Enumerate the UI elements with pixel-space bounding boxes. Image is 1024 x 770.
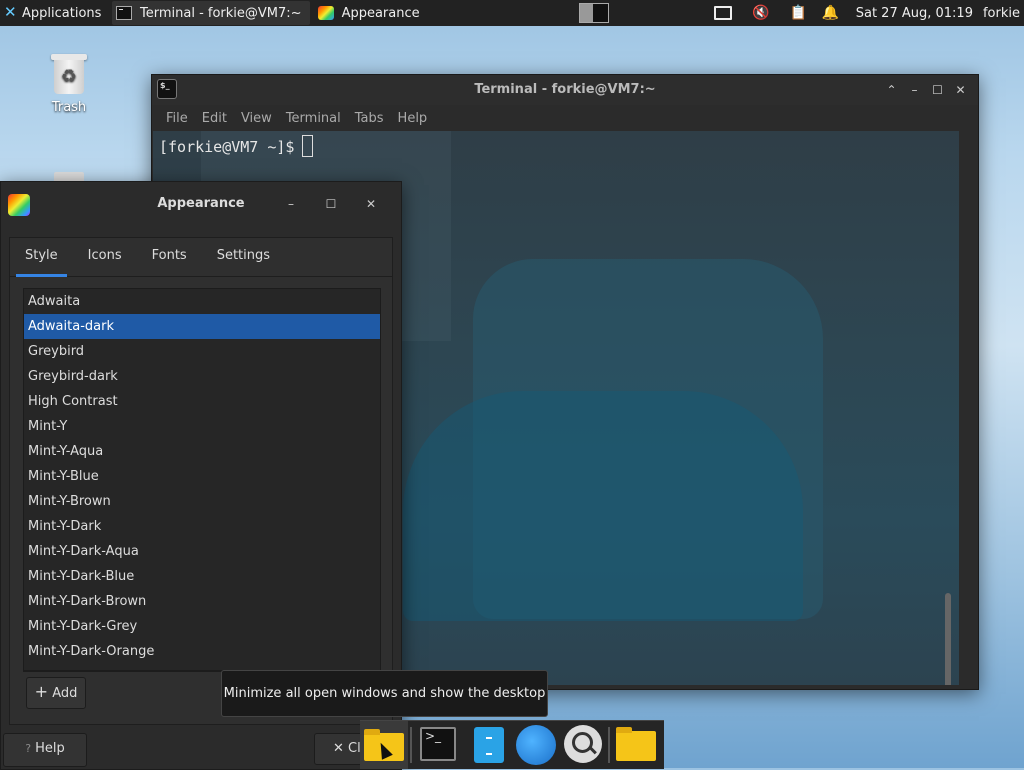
- trash-label: Trash: [51, 100, 87, 115]
- taskbar-appearance[interactable]: Appearance: [314, 1, 428, 25]
- volume-muted-icon[interactable]: 🔇: [748, 5, 774, 21]
- web-browser-icon: [516, 725, 556, 765]
- notification-bell-icon[interactable]: 🔔: [822, 5, 839, 21]
- trash-desktop-icon[interactable]: ♻ Trash: [40, 54, 98, 115]
- dock-separator: [608, 727, 610, 763]
- help-icon: ?: [25, 742, 32, 755]
- prompt-text: [forkie@VM7 ~]$: [159, 138, 295, 156]
- tooltip: Minimize all open windows and show the d…: [221, 670, 548, 717]
- menu-view[interactable]: View: [241, 111, 272, 126]
- tab-fonts[interactable]: Fonts: [137, 238, 202, 276]
- menu-file[interactable]: File: [166, 111, 188, 126]
- taskbar-terminal-label: Terminal - forkie@VM7:~: [140, 5, 302, 21]
- applications-label: Applications: [22, 5, 102, 21]
- menu-help[interactable]: Help: [398, 111, 428, 126]
- add-button[interactable]: + Add: [26, 677, 86, 709]
- terminal-prompt: [forkie@VM7 ~]$: [159, 135, 314, 157]
- shade-button[interactable]: ⌃: [880, 75, 903, 105]
- tab-style[interactable]: Style: [10, 238, 73, 277]
- maximize-button[interactable]: ☐: [311, 189, 351, 219]
- terminal-icon: [116, 6, 132, 20]
- plus-icon: +: [34, 682, 49, 701]
- theme-list-item[interactable]: Mint-Y-Dark: [24, 514, 380, 539]
- close-label: Cl: [348, 741, 361, 756]
- applications-menu-button[interactable]: Applications: [0, 0, 108, 26]
- dock-home-folder[interactable]: [612, 721, 660, 769]
- appearance-notebook: Style Icons Fonts Settings Adwaita Adwait…: [9, 237, 393, 725]
- display-icon[interactable]: [713, 6, 732, 20]
- xfce-logo-icon: [4, 3, 18, 21]
- theme-list-item[interactable]: Mint-Y-Brown: [24, 489, 380, 514]
- add-label: Add: [52, 686, 78, 701]
- tab-icons[interactable]: Icons: [73, 238, 137, 276]
- background-shape: [403, 391, 803, 621]
- theme-list-item[interactable]: Greybird: [24, 339, 380, 364]
- theme-list-item[interactable]: Mint-Y-Aqua: [24, 439, 380, 464]
- terminal-icon: >_: [420, 727, 456, 761]
- appearance-window-icon[interactable]: [8, 194, 30, 216]
- folder-icon: [616, 727, 656, 761]
- menu-terminal[interactable]: Terminal: [286, 111, 341, 126]
- workspace-indicator: [580, 4, 593, 22]
- minimize-button[interactable]: –: [271, 189, 311, 219]
- help-button[interactable]: ? Help: [3, 733, 87, 767]
- taskbar-appearance-label: Appearance: [341, 5, 420, 21]
- menu-tabs[interactable]: Tabs: [355, 111, 384, 126]
- tab-bar: Style Icons Fonts Settings: [10, 238, 392, 277]
- theme-list-item[interactable]: Adwaita: [24, 289, 380, 314]
- terminal-title: Terminal - forkie@VM7:~: [474, 82, 656, 97]
- theme-list-item[interactable]: Greybird-dark: [24, 364, 380, 389]
- theme-list-item[interactable]: Mint-Y-Dark-Grey: [24, 614, 380, 639]
- theme-list-item[interactable]: Mint-Y-Blue: [24, 464, 380, 489]
- close-button[interactable]: ✕: [949, 75, 972, 105]
- dock-file-manager[interactable]: [462, 721, 510, 769]
- dock-separator: [410, 727, 412, 763]
- appearance-title: Appearance: [157, 196, 245, 211]
- dock: >_: [360, 720, 664, 769]
- user-menu[interactable]: forkie: [979, 6, 1024, 21]
- maximize-button[interactable]: ☐: [926, 75, 949, 105]
- minimize-button[interactable]: –: [903, 75, 926, 105]
- theme-list-item[interactable]: Mint-Y-Dark-Brown: [24, 589, 380, 614]
- terminal-scrollbar[interactable]: [945, 593, 951, 685]
- theme-list-item[interactable]: Adwaita-dark: [24, 314, 380, 339]
- search-icon: [564, 725, 602, 763]
- taskbar-terminal[interactable]: Terminal - forkie@VM7:~: [112, 1, 310, 25]
- theme-list-item[interactable]: Mint-Y: [24, 414, 380, 439]
- top-panel: Applications Terminal - forkie@VM7:~ App…: [0, 0, 1024, 26]
- terminal-menubar: File Edit View Terminal Tabs Help: [152, 105, 978, 131]
- terminal-window-icon[interactable]: $_: [157, 79, 177, 99]
- close-icon: ✕: [333, 741, 344, 756]
- theme-list-item[interactable]: Mint-Y-Dark-Orange: [24, 639, 380, 664]
- appearance-icon: [317, 6, 334, 20]
- workspace-switcher[interactable]: [579, 3, 609, 23]
- dock-web-browser[interactable]: [510, 721, 558, 769]
- help-label: Help: [35, 741, 65, 756]
- text-cursor: [302, 135, 314, 157]
- theme-list-item[interactable]: Mint-Y-Dark-Blue: [24, 564, 380, 589]
- clock[interactable]: Sat 27 Aug, 01:19: [846, 6, 979, 21]
- file-manager-icon: [474, 727, 504, 763]
- trash-icon: ♻: [51, 54, 87, 94]
- dock-app-finder[interactable]: [558, 721, 606, 769]
- system-tray: 🔇 📋 🔔 Sat 27 Aug, 01:19 forkie: [706, 0, 1024, 26]
- tab-settings[interactable]: Settings: [202, 238, 285, 276]
- theme-list[interactable]: Adwaita Adwaita-dark Greybird Greybird-dark…: [23, 288, 381, 672]
- appearance-titlebar[interactable]: Appearance – ☐ ✕: [1, 182, 401, 226]
- clipboard-icon[interactable]: 📋: [790, 5, 807, 21]
- dock-terminal[interactable]: >_: [414, 721, 462, 769]
- theme-list-item[interactable]: High Contrast: [24, 389, 380, 414]
- close-button[interactable]: ✕: [351, 189, 391, 219]
- terminal-titlebar[interactable]: $_ Terminal - forkie@VM7:~ ⌃ – ☐ ✕: [152, 75, 978, 105]
- menu-edit[interactable]: Edit: [202, 111, 227, 126]
- theme-list-item[interactable]: Mint-Y-Dark-Aqua: [24, 539, 380, 564]
